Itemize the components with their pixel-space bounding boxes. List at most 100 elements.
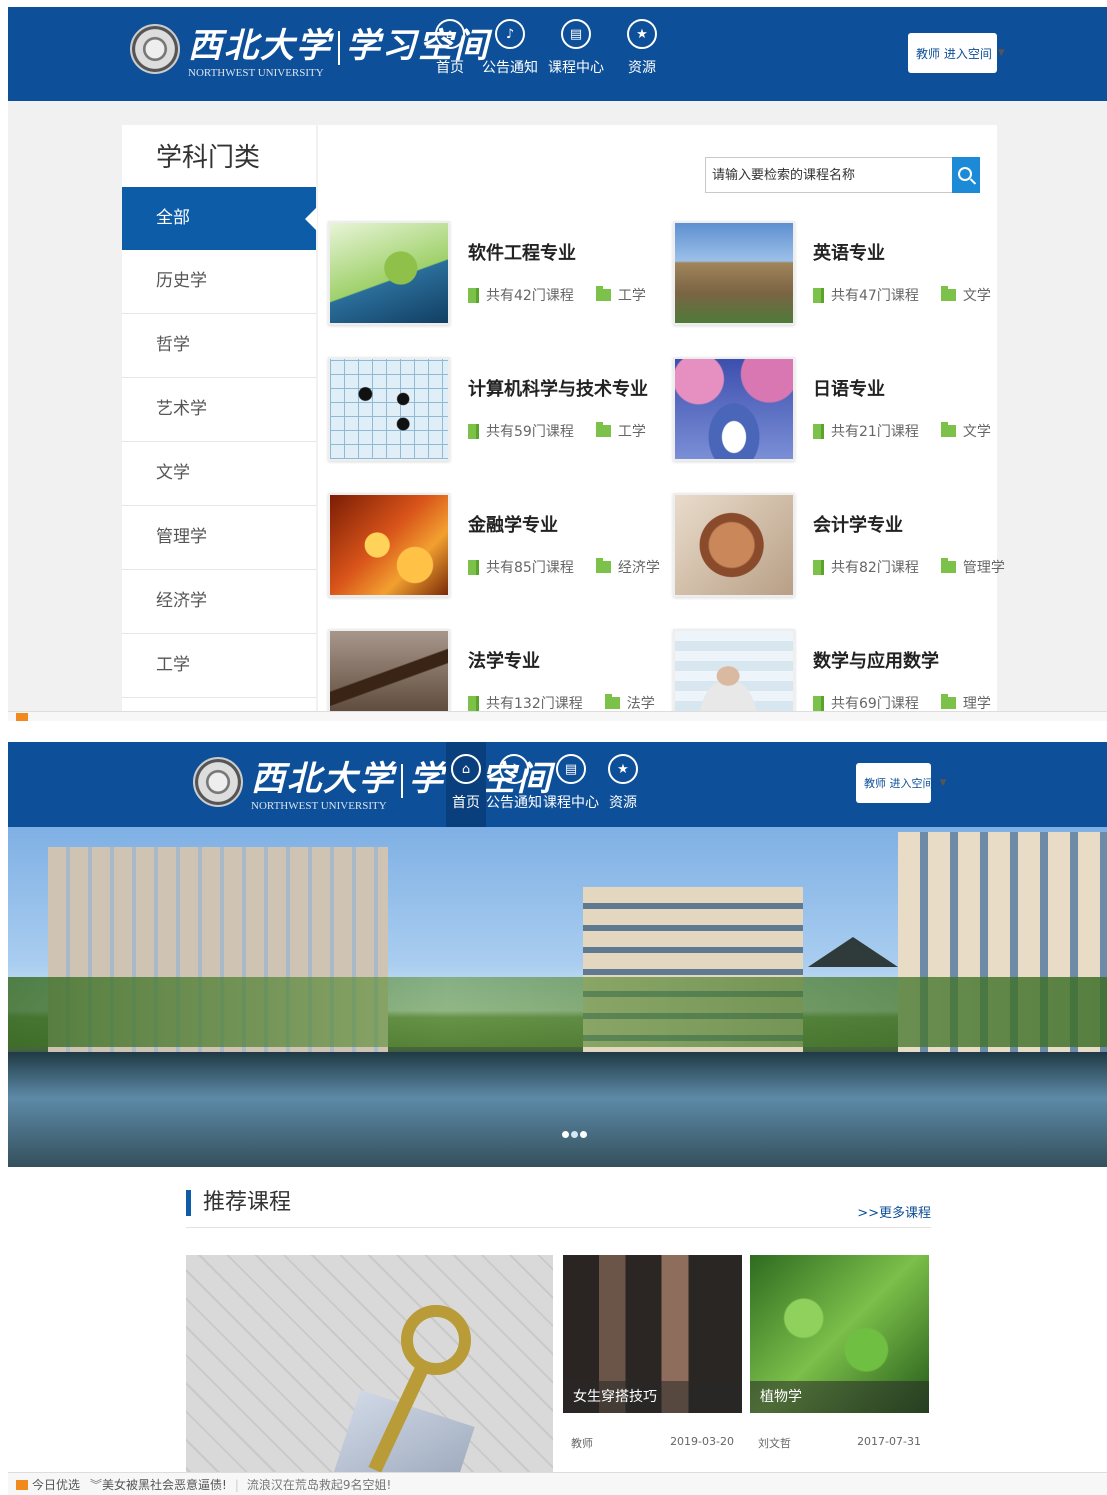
nav-label: 首页 — [436, 60, 464, 76]
major-meta: 共有42门课程 工学 — [468, 285, 646, 305]
nav-course-center[interactable]: ▤ 课程中心 — [542, 742, 600, 827]
course-date: 2019-03-20 — [670, 1435, 734, 1448]
book-icon — [813, 287, 824, 303]
sidebar-title: 学科门类 — [156, 143, 261, 173]
category-all[interactable]: 全部 — [122, 187, 317, 250]
major-type: 经济学 — [617, 560, 660, 576]
book-icon: ▤ — [556, 754, 586, 784]
main-nav: ⌂ 首页 ♪ 公告通知 ▤ 课程中心 ★ 资源 — [420, 7, 672, 93]
course-card[interactable]: 植物学 刘文哲 2017-07-31 — [750, 1255, 929, 1467]
major-type: 管理学 — [962, 560, 1005, 576]
folder-icon — [940, 694, 956, 709]
book-icon — [813, 423, 824, 439]
university-seal-icon — [193, 756, 243, 807]
category-philosophy[interactable]: 哲学 — [122, 314, 316, 378]
divider: | — [234, 1477, 239, 1492]
nav-home[interactable]: ⌂ 首页 — [446, 742, 486, 827]
header-bar: 西北大学学习空间 NORTHWEST UNIVERSITY ⌂ 首页 ♪ 公告通… — [8, 742, 1107, 827]
course-count: 共有21门课程 — [831, 424, 919, 440]
catalog-screen: 西北大学 学习空间 NORTHWEST UNIVERSITY ⌂ 首页 ♪ 公告通… — [8, 7, 1107, 721]
major-type: 法学 — [626, 696, 655, 712]
nav-label: 公告通知 — [482, 60, 538, 76]
course-card[interactable]: 女生穿搭技巧 教师 2019-03-20 — [563, 1255, 742, 1467]
recommend-header: 推荐课程 >>更多课程 — [186, 1187, 931, 1228]
news-bar-label[interactable]: 今日优选 — [32, 1476, 80, 1493]
major-name[interactable]: 数学与应用数学 — [813, 647, 939, 673]
major-meta: 共有85门课程 经济学 — [468, 557, 660, 577]
news-item[interactable]: 流浪汉在荒岛救起9名空姐! — [247, 1476, 391, 1493]
course-author: 教师 — [571, 1437, 593, 1450]
major-thumbnail — [673, 493, 795, 597]
logo-divider — [401, 764, 403, 798]
book-icon — [468, 423, 479, 439]
pager-dot[interactable] — [580, 1131, 587, 1138]
major-name[interactable]: 金融学专业 — [468, 511, 558, 537]
book-icon — [813, 695, 824, 711]
nav-label: 课程中心 — [543, 795, 599, 811]
major-card[interactable]: 数学与应用数学 共有69门课程 理学 — [673, 629, 1003, 721]
nav-home[interactable]: ⌂ 首页 — [420, 7, 480, 93]
nav-resources[interactable]: ★ 资源 — [612, 7, 672, 93]
course-title[interactable]: 植物学 — [750, 1381, 929, 1413]
category-management[interactable]: 管理学 — [122, 506, 316, 570]
major-meta: 共有82门课程 管理学 — [813, 557, 1005, 577]
category-literature[interactable]: 文学 — [122, 442, 316, 506]
category-economics[interactable]: 经济学 — [122, 570, 316, 634]
major-card[interactable]: 计算机科学与技术专业 共有59门课程 工学 — [328, 357, 658, 467]
major-name[interactable]: 会计学专业 — [813, 511, 903, 537]
major-type: 工学 — [617, 288, 646, 304]
major-name[interactable]: 计算机科学与技术专业 — [468, 375, 648, 401]
major-card[interactable]: 日语专业 共有21门课程 文学 — [673, 357, 1003, 467]
course-search — [705, 157, 980, 193]
major-card[interactable]: 英语专业 共有47门课程 文学 — [673, 221, 1003, 331]
bell-icon: ♪ — [495, 19, 525, 49]
star-icon: ★ — [608, 754, 638, 784]
more-courses-link[interactable]: >>更多课程 — [857, 1202, 931, 1221]
pager-dot[interactable] — [571, 1131, 578, 1138]
home-icon: ⌂ — [451, 754, 481, 784]
news-item[interactable]: 美女被黑社会恶意逼债! — [102, 1476, 227, 1493]
nav-resources[interactable]: ★ 资源 — [600, 742, 646, 827]
home-screen: 西北大学学习空间 NORTHWEST UNIVERSITY ⌂ 首页 ♪ 公告通… — [8, 742, 1107, 1495]
major-name[interactable]: 英语专业 — [813, 239, 885, 265]
book-icon: ▤ — [561, 19, 591, 49]
major-name[interactable]: 日语专业 — [813, 375, 885, 401]
major-thumbnail — [328, 493, 450, 597]
nav-course-center[interactable]: ▤ 课程中心 — [540, 7, 612, 93]
major-thumbnail — [328, 221, 450, 325]
search-button[interactable] — [952, 157, 980, 193]
search-input[interactable] — [706, 158, 946, 192]
major-card[interactable]: 会计学专业 共有82门课程 管理学 — [673, 493, 1005, 603]
main-nav: ⌂ 首页 ♪ 公告通知 ▤ 课程中心 ★ 资源 — [446, 742, 646, 827]
major-meta: 共有69门课程 理学 — [813, 693, 991, 713]
major-name[interactable]: 软件工程专业 — [468, 239, 576, 265]
category-engineering[interactable]: 工学 — [122, 634, 316, 698]
course-count: 共有85门课程 — [486, 560, 574, 576]
campus-banner[interactable] — [8, 827, 1107, 1167]
featured-course[interactable] — [186, 1255, 553, 1495]
major-card[interactable]: 软件工程专业 共有42门课程 工学 — [328, 221, 658, 331]
major-card[interactable]: 金融学专业 共有85门课程 经济学 — [328, 493, 660, 603]
nav-label: 公告通知 — [486, 795, 542, 811]
nav-notices[interactable]: ♪ 公告通知 — [480, 7, 540, 93]
major-name[interactable]: 法学专业 — [468, 647, 540, 673]
nav-notices[interactable]: ♪ 公告通知 — [486, 742, 542, 827]
course-title[interactable]: 女生穿搭技巧 — [563, 1381, 742, 1413]
news-bar — [8, 711, 1107, 721]
major-type: 文学 — [962, 288, 991, 304]
category-history[interactable]: 历史学 — [122, 250, 316, 314]
teacher-space-button[interactable]: 教师 进入空间 ▼ — [908, 33, 1005, 73]
major-card[interactable]: 法学专业 共有132门课程 法学 — [328, 629, 658, 721]
book-icon — [468, 559, 479, 575]
nav-label: 资源 — [609, 795, 637, 811]
folder-icon — [595, 286, 611, 301]
teacher-space-button[interactable]: 教师 进入空间 ▼ — [856, 763, 946, 803]
category-art[interactable]: 艺术学 — [122, 378, 316, 442]
pager-dot[interactable] — [562, 1131, 569, 1138]
news-bar: 今日优选 ︾ 美女被黑社会恶意逼债! | 流浪汉在荒岛救起9名空姐! — [8, 1472, 1107, 1495]
major-thumbnail — [328, 629, 450, 721]
section-title: 推荐课程 — [186, 1190, 291, 1216]
course-count: 共有132门课程 — [486, 696, 583, 712]
major-meta: 共有21门课程 文学 — [813, 421, 991, 441]
book-icon — [468, 695, 479, 711]
